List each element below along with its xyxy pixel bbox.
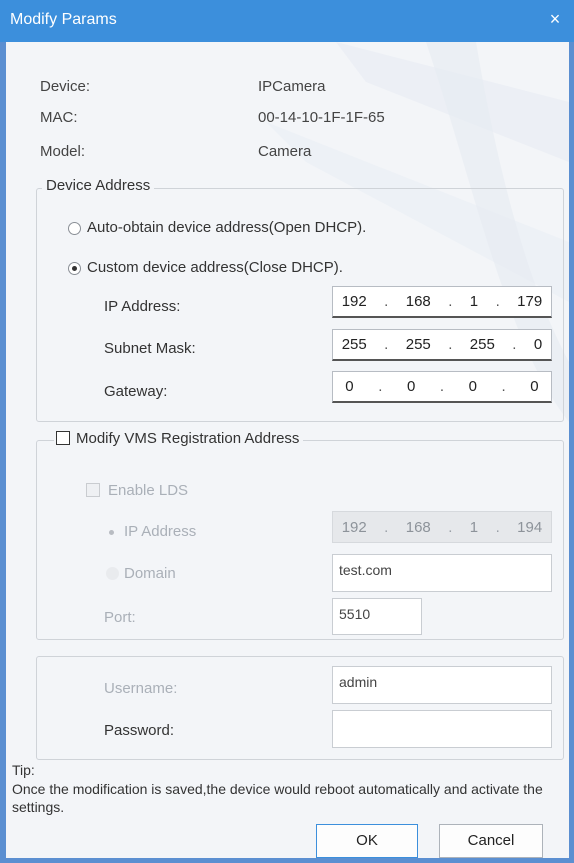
password-input[interactable] [332,710,552,748]
username-label: Username: [104,680,178,697]
gateway-label: Gateway: [104,383,168,400]
cancel-button[interactable]: Cancel [439,824,543,858]
custom-address-label[interactable]: Custom device address(Close DHCP). [87,259,343,276]
vms-ip-label[interactable]: IP Address [124,523,196,540]
tip-heading: Tip: [12,762,35,778]
mac-label: MAC: [40,109,78,126]
ip-octet[interactable]: 192 [342,293,367,310]
modify-params-dialog: Modify Params × Device: IPCamera MAC: 00… [0,0,574,863]
vms-ip-octet[interactable]: 1 [470,519,478,536]
vms-domain-label[interactable]: Domain [124,565,176,582]
enable-lds-label[interactable]: Enable LDS [108,482,188,499]
ip-octet[interactable]: 1 [470,293,478,310]
subnet-mask-label: Subnet Mask: [104,340,196,357]
auto-dhcp-label[interactable]: Auto-obtain device address(Open DHCP). [87,219,366,236]
vms-ip-octet[interactable]: 168 [406,519,431,536]
vms-ip-octet[interactable]: 192 [342,519,367,536]
vms-ip-octet[interactable]: 194 [517,519,542,536]
dialog-title: Modify Params [10,11,117,28]
mask-octet[interactable]: 255 [342,336,367,353]
vms-registration-label[interactable]: Modify VMS Registration Address [76,430,299,447]
mask-octet[interactable]: 255 [406,336,431,353]
gateway-octet[interactable]: 0 [530,378,538,395]
gateway-octet[interactable]: 0 [407,378,415,395]
model-label: Model: [40,143,86,160]
vms-ip-radio[interactable] [106,527,119,540]
ok-button[interactable]: OK [316,824,418,858]
mask-octet[interactable]: 255 [470,336,495,353]
port-label: Port: [104,609,136,626]
device-address-legend: Device Address [42,177,155,194]
gateway-octet[interactable]: 0 [345,378,353,395]
port-input[interactable]: 5510 [332,598,422,635]
ip-address-label: IP Address: [104,298,181,315]
vms-ip-input[interactable]: 192. 168. 1. 194 [332,511,552,543]
username-input[interactable]: admin [332,666,552,704]
vms-domain-input[interactable]: test.com [332,554,552,592]
tip-text: Once the modification is saved,the devic… [12,781,543,815]
subnet-mask-input[interactable]: 255. 255. 255. 0 [332,329,552,361]
close-icon[interactable]: × [544,8,566,30]
mac-value: 00-14-10-1F-1F-65 [258,109,385,126]
mask-octet[interactable]: 0 [534,336,542,353]
dialog-body: Device: IPCamera MAC: 00-14-10-1F-1F-65 … [6,42,569,858]
auto-dhcp-radio[interactable] [68,222,81,235]
gateway-octet[interactable]: 0 [469,378,477,395]
vms-registration-checkbox[interactable] [56,431,70,445]
ip-octet[interactable]: 168 [406,293,431,310]
ip-address-input[interactable]: 192. 168. 1. 179 [332,286,552,318]
password-label: Password: [104,722,175,739]
device-value: IPCamera [258,78,326,95]
gateway-input[interactable]: 0. 0. 0. 0 [332,371,552,403]
device-label: Device: [40,78,91,95]
ip-octet[interactable]: 179 [517,293,542,310]
model-value: Camera [258,143,312,160]
title-bar[interactable]: Modify Params × [0,0,574,42]
custom-address-radio[interactable] [68,262,81,275]
enable-lds-checkbox[interactable] [86,483,100,497]
vms-legend-wrap: Modify VMS Registration Address [54,430,304,447]
vms-domain-radio[interactable] [106,567,119,580]
